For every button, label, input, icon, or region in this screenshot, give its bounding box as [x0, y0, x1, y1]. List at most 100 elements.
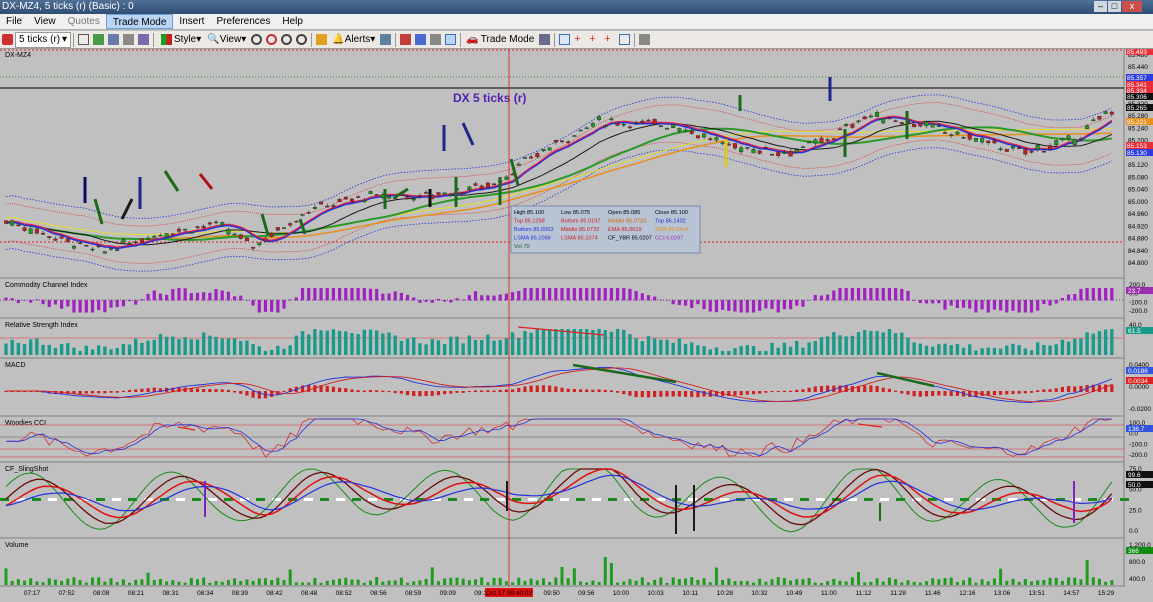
rsi-bar	[103, 347, 106, 355]
cci-bar	[357, 288, 360, 301]
alerts-button[interactable]: 🔔 Alerts ▾	[329, 32, 378, 48]
menu-view[interactable]: View	[28, 14, 62, 29]
zoom-reset-icon[interactable]	[281, 34, 292, 45]
candle-body	[684, 130, 688, 131]
pan-icon[interactable]	[138, 34, 149, 45]
volume-bar	[567, 578, 570, 585]
cci-bar	[684, 300, 687, 306]
copy-icon[interactable]	[123, 34, 134, 45]
horizontal-line-icon[interactable]: +	[574, 34, 585, 45]
volume-bar	[931, 578, 934, 585]
volume-bar	[585, 582, 588, 585]
candle-body	[288, 224, 292, 226]
rsi-bar	[950, 345, 953, 355]
menu-file[interactable]: File	[0, 14, 28, 29]
macd-histogram-bar	[888, 389, 891, 392]
draw-tools-icon[interactable]	[380, 34, 391, 45]
cci-bar	[894, 288, 897, 301]
macd-histogram-bar	[900, 391, 903, 393]
candle-body	[659, 126, 663, 127]
link-icon[interactable]	[430, 34, 441, 45]
delete-icon[interactable]	[78, 34, 89, 45]
chart-settings-icon[interactable]	[415, 34, 426, 45]
window-titlebar: DX-MZ4, 5 ticks (r) (Basic) : 0 – □ x	[0, 0, 1153, 14]
volume-bar	[666, 583, 669, 585]
marker-icon[interactable]: +	[604, 34, 615, 45]
volume-bar	[1079, 579, 1082, 585]
macd-histogram-bar	[622, 391, 625, 394]
volume-bar	[622, 582, 625, 585]
crosshair-tool-icon[interactable]	[2, 34, 13, 45]
trade-mode-button[interactable]: 🚗 Trade Mode	[463, 32, 537, 48]
macd-histogram-bar	[474, 390, 477, 392]
overlay-icon[interactable]	[445, 34, 456, 45]
volume-bar	[913, 582, 916, 585]
candle-body	[591, 123, 595, 126]
cci-bar	[875, 288, 878, 301]
cci-bar	[480, 295, 483, 300]
cci-bar	[381, 294, 384, 301]
volume-bar	[851, 577, 854, 585]
style-button[interactable]: Style ▾	[156, 32, 204, 48]
menu-trade-mode[interactable]: Trade Mode	[106, 14, 174, 29]
candle-body	[29, 229, 33, 234]
macd-histogram-bar	[733, 391, 736, 395]
view-button[interactable]: 🔍 View ▾	[204, 32, 249, 48]
cci-bar	[950, 300, 953, 306]
rsi-bar	[54, 348, 57, 355]
trendline-icon[interactable]: +	[589, 34, 600, 45]
candle-body	[159, 235, 163, 236]
rsi-bar	[1011, 344, 1014, 355]
menu-insert[interactable]: Insert	[173, 14, 210, 29]
interval-dropdown[interactable]: 5 ticks (r) ▾	[15, 32, 71, 48]
order-entry-icon[interactable]	[539, 34, 550, 45]
candle-body	[183, 229, 187, 230]
minimize-icon[interactable]: –	[1094, 1, 1107, 12]
volume-bar	[598, 582, 601, 585]
macd-histogram-bar	[1048, 389, 1051, 392]
chevron-down-icon: ▾	[370, 34, 375, 45]
refresh-icon[interactable]	[93, 34, 104, 45]
rsi-bar	[529, 333, 532, 355]
menu-preferences[interactable]: Preferences	[210, 14, 276, 29]
indicator-tag-label: 50.0	[1128, 482, 1141, 489]
candle-body	[1048, 146, 1052, 150]
price-tick-label: 85.240	[1128, 125, 1148, 132]
data-window-field: Close 85.100	[655, 210, 688, 216]
cci-bar	[153, 291, 156, 301]
candle-body	[1098, 116, 1102, 119]
print-icon[interactable]	[108, 34, 119, 45]
zoom-out-icon[interactable]	[266, 34, 277, 45]
chart-window[interactable]: Commodity Channel Index200.00.0-100.0-20…	[0, 49, 1153, 599]
volume-bar	[221, 582, 224, 585]
data-window-field: CF_YBR 85.0207	[608, 236, 652, 242]
zoom-fit-icon[interactable]	[296, 34, 307, 45]
bar-color-icon[interactable]	[400, 34, 411, 45]
close-icon[interactable]: x	[1122, 1, 1142, 12]
rsi-bar	[758, 351, 761, 355]
menu-quotes[interactable]: Quotes	[62, 14, 106, 29]
indicators-icon[interactable]	[316, 34, 327, 45]
volume-bar	[499, 578, 502, 585]
volume-bar	[758, 579, 761, 585]
volume-bar	[35, 581, 38, 585]
chart-canvas[interactable]: Commodity Channel Index200.00.0-100.0-20…	[0, 49, 1153, 599]
rsi-bar	[1073, 339, 1076, 355]
rsi-bar	[548, 329, 551, 355]
toolbar-options-icon[interactable]	[639, 34, 650, 45]
rsi-bar	[517, 338, 520, 355]
candle-body	[931, 124, 935, 127]
rsi-bar	[962, 348, 965, 355]
rsi-bar	[492, 341, 495, 355]
window-layout-icon[interactable]	[619, 34, 630, 45]
macd-histogram-bar	[122, 391, 125, 392]
candle-body	[443, 193, 447, 194]
macd-histogram-bar	[91, 391, 94, 393]
cci-bar	[906, 291, 909, 301]
macd-histogram-bar	[647, 391, 650, 397]
zoom-in-icon[interactable]	[251, 34, 262, 45]
maximize-icon[interactable]: □	[1108, 1, 1121, 12]
crosshair-icon[interactable]	[559, 34, 570, 45]
rsi-bar	[424, 344, 427, 355]
menu-help[interactable]: Help	[276, 14, 309, 29]
